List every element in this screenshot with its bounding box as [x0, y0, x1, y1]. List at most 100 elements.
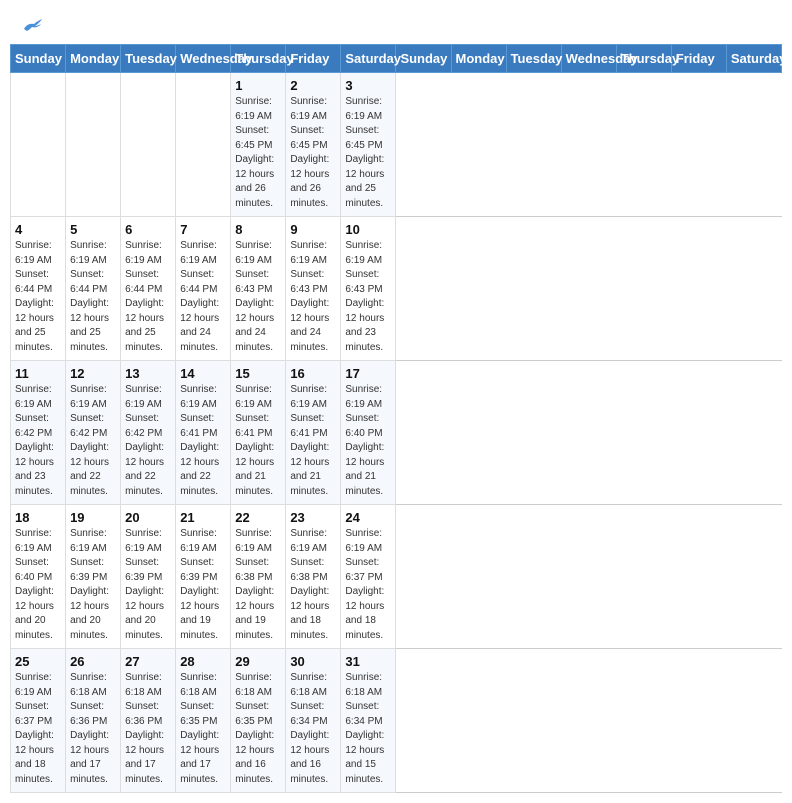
calendar-cell: 9 Sunrise: 6:19 AM Sunset: 6:43 PM Daylig… — [286, 217, 341, 361]
day-info: Sunrise: 6:19 AM Sunset: 6:38 PM Dayligh… — [290, 527, 336, 643]
header-saturday: Saturday — [341, 45, 396, 73]
calendar-cell — [66, 73, 121, 217]
col-header-saturday: Saturday — [726, 45, 781, 73]
calendar-cell: 26Sunrise: 6:18 AM Sunset: 6:36 PM Dayli… — [66, 649, 121, 793]
header-tuesday: Tuesday — [121, 45, 176, 73]
calendar-cell: 6 Sunrise: 6:19 AM Sunset: 6:44 PM Daylig… — [121, 217, 176, 361]
calendar-cell: 24Sunrise: 6:19 AM Sunset: 6:37 PM Dayli… — [341, 505, 396, 649]
calendar-cell — [121, 73, 176, 217]
day-info: Sunrise: 6:18 AM Sunset: 6:35 PM Dayligh… — [180, 671, 226, 787]
calendar-cell: 14Sunrise: 6:19 AM Sunset: 6:41 PM Dayli… — [176, 361, 231, 505]
day-number: 23 — [290, 510, 336, 525]
day-number: 1 — [235, 78, 281, 93]
calendar-cell: 10 Sunrise: 6:19 AM Sunset: 6:43 PM Dayli… — [341, 217, 396, 361]
day-number: 12 — [70, 366, 116, 381]
day-info: Sunrise: 6:19 AM Sunset: 6:43 PM Dayligh… — [290, 239, 336, 355]
day-number: 27 — [125, 654, 171, 669]
calendar-cell: 19 Sunrise: 6:19 AM Sunset: 6:39 PM Dayli… — [66, 505, 121, 649]
day-number: 15 — [235, 366, 281, 381]
day-info: Sunrise: 6:19 AM Sunset: 6:41 PM Dayligh… — [235, 383, 281, 499]
logo-bird-icon — [22, 15, 44, 33]
header-friday: Friday — [286, 45, 341, 73]
calendar-cell: 1 Sunrise: 6:19 AM Sunset: 6:45 PM Daylig… — [231, 73, 286, 217]
day-info: Sunrise: 6:19 AM Sunset: 6:42 PM Dayligh… — [15, 383, 61, 499]
calendar-week-3: 11 Sunrise: 6:19 AM Sunset: 6:42 PM Dayli… — [11, 361, 782, 505]
calendar-cell — [176, 73, 231, 217]
calendar-cell: 16 Sunrise: 6:19 AM Sunset: 6:41 PM Dayli… — [286, 361, 341, 505]
calendar-cell: 22 Sunrise: 6:19 AM Sunset: 6:38 PM Dayli… — [231, 505, 286, 649]
day-number: 3 — [345, 78, 391, 93]
calendar-cell: 17Sunrise: 6:19 AM Sunset: 6:40 PM Dayli… — [341, 361, 396, 505]
day-number: 9 — [290, 222, 336, 237]
day-info: Sunrise: 6:19 AM Sunset: 6:39 PM Dayligh… — [180, 527, 226, 643]
day-info: Sunrise: 6:19 AM Sunset: 6:44 PM Dayligh… — [70, 239, 116, 355]
calendar-week-1: 1 Sunrise: 6:19 AM Sunset: 6:45 PM Daylig… — [11, 73, 782, 217]
day-info: Sunrise: 6:19 AM Sunset: 6:38 PM Dayligh… — [235, 527, 281, 643]
calendar-cell: 13Sunrise: 6:19 AM Sunset: 6:42 PM Dayli… — [121, 361, 176, 505]
day-number: 17 — [345, 366, 391, 381]
day-number: 28 — [180, 654, 226, 669]
header-thursday: Thursday — [231, 45, 286, 73]
day-number: 5 — [70, 222, 116, 237]
day-info: Sunrise: 6:18 AM Sunset: 6:36 PM Dayligh… — [70, 671, 116, 787]
day-number: 16 — [290, 366, 336, 381]
day-info: Sunrise: 6:19 AM Sunset: 6:41 PM Dayligh… — [290, 383, 336, 499]
header-sunday: Sunday — [11, 45, 66, 73]
logo — [20, 15, 44, 29]
day-info: Sunrise: 6:19 AM Sunset: 6:44 PM Dayligh… — [15, 239, 61, 355]
calendar-cell: 30 Sunrise: 6:18 AM Sunset: 6:34 PM Dayli… — [286, 649, 341, 793]
day-info: Sunrise: 6:19 AM Sunset: 6:43 PM Dayligh… — [345, 239, 391, 355]
col-header-monday: Monday — [451, 45, 506, 73]
day-info: Sunrise: 6:19 AM Sunset: 6:42 PM Dayligh… — [70, 383, 116, 499]
col-header-friday: Friday — [671, 45, 726, 73]
day-info: Sunrise: 6:19 AM Sunset: 6:45 PM Dayligh… — [345, 95, 391, 211]
day-info: Sunrise: 6:19 AM Sunset: 6:37 PM Dayligh… — [345, 527, 391, 643]
day-info: Sunrise: 6:19 AM Sunset: 6:45 PM Dayligh… — [235, 95, 281, 211]
calendar-cell: 3 Sunrise: 6:19 AM Sunset: 6:45 PM Daylig… — [341, 73, 396, 217]
calendar-cell: 2Sunrise: 6:19 AM Sunset: 6:45 PM Daylig… — [286, 73, 341, 217]
day-info: Sunrise: 6:19 AM Sunset: 6:44 PM Dayligh… — [180, 239, 226, 355]
day-number: 19 — [70, 510, 116, 525]
calendar-cell: 5 Sunrise: 6:19 AM Sunset: 6:44 PM Daylig… — [66, 217, 121, 361]
day-number: 31 — [345, 654, 391, 669]
day-number: 29 — [235, 654, 281, 669]
day-info: Sunrise: 6:18 AM Sunset: 6:34 PM Dayligh… — [345, 671, 391, 787]
page-header — [10, 10, 782, 34]
day-info: Sunrise: 6:18 AM Sunset: 6:36 PM Dayligh… — [125, 671, 171, 787]
calendar-cell: 27 Sunrise: 6:18 AM Sunset: 6:36 PM Dayli… — [121, 649, 176, 793]
day-number: 6 — [125, 222, 171, 237]
day-number: 30 — [290, 654, 336, 669]
calendar-cell: 21Sunrise: 6:19 AM Sunset: 6:39 PM Dayli… — [176, 505, 231, 649]
calendar-cell: 7 Sunrise: 6:19 AM Sunset: 6:44 PM Daylig… — [176, 217, 231, 361]
calendar-cell: 12 Sunrise: 6:19 AM Sunset: 6:42 PM Dayli… — [66, 361, 121, 505]
day-number: 13 — [125, 366, 171, 381]
day-info: Sunrise: 6:19 AM Sunset: 6:41 PM Dayligh… — [180, 383, 226, 499]
day-number: 10 — [345, 222, 391, 237]
day-number: 22 — [235, 510, 281, 525]
calendar-cell: 28 Sunrise: 6:18 AM Sunset: 6:35 PM Dayli… — [176, 649, 231, 793]
day-info: Sunrise: 6:18 AM Sunset: 6:34 PM Dayligh… — [290, 671, 336, 787]
day-info: Sunrise: 6:19 AM Sunset: 6:40 PM Dayligh… — [15, 527, 61, 643]
calendar-table: SundayMondayTuesdayWednesdayThursdayFrid… — [10, 44, 782, 793]
day-info: Sunrise: 6:18 AM Sunset: 6:35 PM Dayligh… — [235, 671, 281, 787]
calendar-week-2: 4 Sunrise: 6:19 AM Sunset: 6:44 PM Daylig… — [11, 217, 782, 361]
calendar-cell: 29 Sunrise: 6:18 AM Sunset: 6:35 PM Dayli… — [231, 649, 286, 793]
calendar-week-4: 18Sunrise: 6:19 AM Sunset: 6:40 PM Dayli… — [11, 505, 782, 649]
col-header-sunday: Sunday — [396, 45, 451, 73]
calendar-cell — [11, 73, 66, 217]
day-info: Sunrise: 6:19 AM Sunset: 6:43 PM Dayligh… — [235, 239, 281, 355]
day-number: 4 — [15, 222, 61, 237]
day-number: 7 — [180, 222, 226, 237]
day-number: 8 — [235, 222, 281, 237]
day-info: Sunrise: 6:19 AM Sunset: 6:44 PM Dayligh… — [125, 239, 171, 355]
calendar-week-5: 25Sunrise: 6:19 AM Sunset: 6:37 PM Dayli… — [11, 649, 782, 793]
day-info: Sunrise: 6:19 AM Sunset: 6:39 PM Dayligh… — [70, 527, 116, 643]
day-number: 25 — [15, 654, 61, 669]
col-header-tuesday: Tuesday — [506, 45, 561, 73]
day-number: 11 — [15, 366, 61, 381]
calendar-cell: 4 Sunrise: 6:19 AM Sunset: 6:44 PM Daylig… — [11, 217, 66, 361]
header-wednesday: Wednesday — [176, 45, 231, 73]
header-monday: Monday — [66, 45, 121, 73]
day-info: Sunrise: 6:19 AM Sunset: 6:45 PM Dayligh… — [290, 95, 336, 211]
calendar-cell: 18Sunrise: 6:19 AM Sunset: 6:40 PM Dayli… — [11, 505, 66, 649]
